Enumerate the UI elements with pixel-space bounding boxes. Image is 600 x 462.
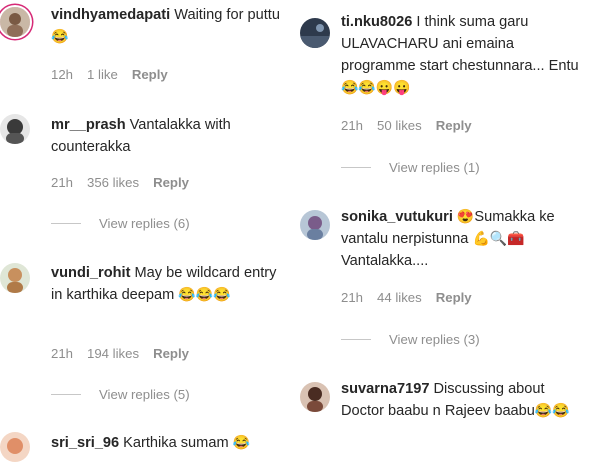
like-count[interactable]: 44 likes <box>377 290 422 305</box>
comment-time: 21h <box>51 175 74 190</box>
comment-item: ti.nku8026 I think suma garu ULAVACHARU a… <box>298 0 600 190</box>
divider-line <box>341 339 371 340</box>
avatar[interactable] <box>0 432 30 462</box>
comment-meta: 12h 1 like Reply <box>51 67 182 82</box>
comment-username[interactable]: suvarna7197 <box>341 381 429 397</box>
laughing-emoji-icon: 😂 <box>51 28 69 44</box>
right-comments-column: ti.nku8026 I think suma garu ULAVACHARU a… <box>298 0 600 460</box>
divider-line <box>51 223 81 224</box>
comment-body: ti.nku8026 I think suma garu ULAVACHARU a… <box>341 11 591 99</box>
comment-item: vundi_rohit May be wildcard entry in kart… <box>0 256 298 416</box>
avatar[interactable] <box>300 210 330 240</box>
view-replies-button[interactable]: View replies (5) <box>51 387 190 402</box>
like-count[interactable]: 50 likes <box>377 118 422 133</box>
reply-button[interactable]: Reply <box>153 175 189 190</box>
divider-line <box>51 394 81 395</box>
comment-username[interactable]: vundi_rohit <box>51 265 130 281</box>
comment-item: sri_sri_96 Karthika sumam 😂 <box>0 424 298 462</box>
avatar[interactable] <box>0 263 30 293</box>
avatar[interactable] <box>300 18 330 48</box>
view-replies-button[interactable]: View replies (3) <box>341 332 480 347</box>
comment-item: mr__prash Vantalakka with counterakka 21h… <box>0 106 298 246</box>
like-count[interactable]: 1 like <box>87 67 118 82</box>
comment-body: sri_sri_96 Karthika sumam 😂 <box>51 432 291 454</box>
laughing-emoji-icon: 😂😂😛😛 <box>341 79 411 95</box>
comment-body: vindhyamedapati Waiting for puttu 😂 <box>51 4 291 48</box>
flexed-biceps-emoji-icon: 💪🔍🧰 <box>472 230 525 246</box>
divider-line <box>341 167 371 168</box>
comment-meta: 21h 44 likes Reply <box>341 290 486 305</box>
heart-eyes-emoji-icon: 😍 <box>456 208 475 224</box>
comment-meta: 21h 194 likes Reply <box>51 346 203 361</box>
laughing-emoji-icon: 😂 <box>232 434 251 450</box>
avatar[interactable] <box>300 382 330 412</box>
comment-item: vindhyamedapati Waiting for puttu 😂 12h 1 … <box>0 0 298 95</box>
comment-meta: 21h 50 likes Reply <box>341 118 486 133</box>
reply-button[interactable]: Reply <box>436 290 472 305</box>
comment-username[interactable]: vindhyamedapati <box>51 7 170 23</box>
comment-body: suvarna7197 Discussing about Doctor baabu… <box>341 378 591 422</box>
comment-username[interactable]: sri_sri_96 <box>51 435 119 451</box>
comment-time: 21h <box>341 118 364 133</box>
reply-button[interactable]: Reply <box>436 118 472 133</box>
view-replies-label: View replies (1) <box>389 160 480 175</box>
comment-text-continued: Vantalakka.... <box>341 253 429 269</box>
laughing-emoji-icon: 😂😂 <box>534 402 570 418</box>
avatar[interactable] <box>0 114 30 144</box>
view-replies-label: View replies (5) <box>99 387 190 402</box>
comment-item: suvarna7197 Discussing about Doctor baabu… <box>298 372 600 460</box>
comment-username[interactable]: ti.nku8026 <box>341 14 412 30</box>
reply-button[interactable]: Reply <box>153 346 189 361</box>
view-replies-label: View replies (3) <box>389 332 480 347</box>
laughing-emoji-icon: 😂😂😂 <box>178 286 231 302</box>
avatar[interactable] <box>0 7 30 37</box>
comment-item: sonika_vutukuri 😍Sumakka ke vantalu nerpi… <box>298 200 600 360</box>
comment-text: Waiting for puttu <box>174 7 280 23</box>
comment-text: Karthika sumam <box>123 435 229 451</box>
view-replies-label: View replies (6) <box>99 216 190 231</box>
like-count[interactable]: 356 likes <box>87 175 139 190</box>
comment-time: 21h <box>341 290 364 305</box>
comment-username[interactable]: mr__prash <box>51 117 126 133</box>
reply-button[interactable]: Reply <box>132 67 168 82</box>
view-replies-button[interactable]: View replies (1) <box>341 160 480 175</box>
left-comments-column: vindhyamedapati Waiting for puttu 😂 12h 1 … <box>0 0 298 462</box>
comment-body: mr__prash Vantalakka with counterakka <box>51 114 291 158</box>
comment-body: vundi_rohit May be wildcard entry in kart… <box>51 262 291 306</box>
comment-username[interactable]: sonika_vutukuri <box>341 209 453 225</box>
like-count[interactable]: 194 likes <box>87 346 139 361</box>
view-replies-button[interactable]: View replies (6) <box>51 216 190 231</box>
comment-time: 12h <box>51 67 74 82</box>
comment-time: 21h <box>51 346 74 361</box>
comment-body: sonika_vutukuri 😍Sumakka ke vantalu nerpi… <box>341 206 591 272</box>
comment-meta: 21h 356 likes Reply <box>51 175 203 190</box>
